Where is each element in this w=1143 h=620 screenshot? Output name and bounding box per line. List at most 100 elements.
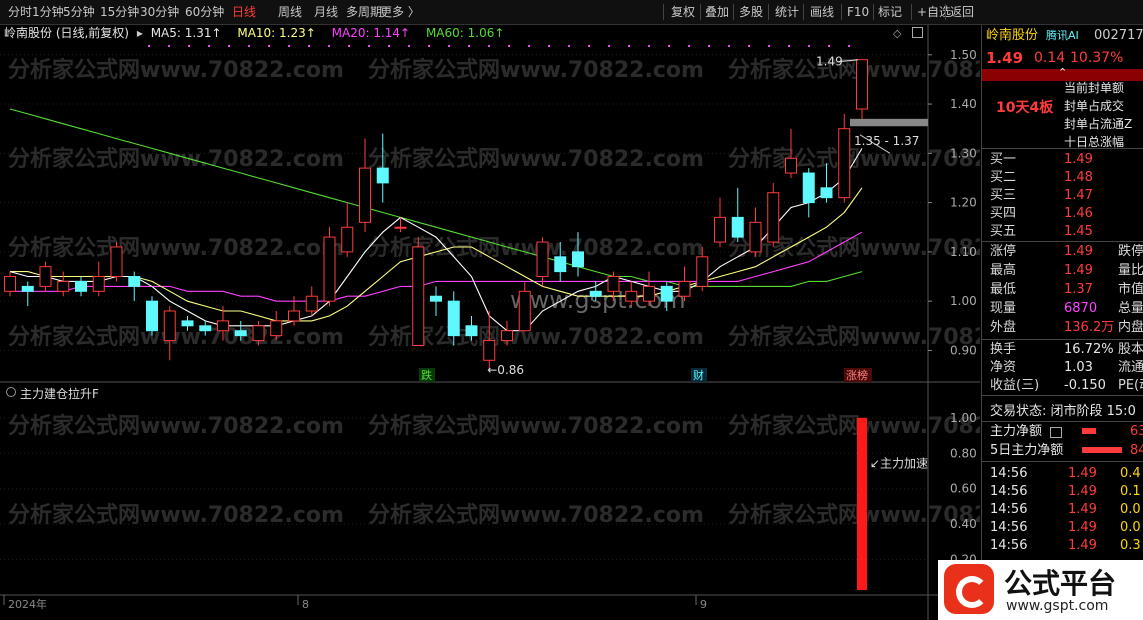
candle[interactable] (4, 271, 16, 297)
bid-label: 买二 (990, 170, 1017, 185)
candle[interactable] (341, 202, 354, 257)
action-button-4[interactable]: 画线 (810, 0, 834, 24)
candle[interactable] (110, 242, 123, 282)
candle-body (92, 276, 105, 292)
bid-row[interactable]: 买一 1.49 (982, 151, 1143, 169)
candle[interactable] (678, 266, 691, 302)
candle[interactable] (376, 133, 389, 203)
sub-tick-label: 0.40 (950, 517, 977, 531)
candle[interactable] (838, 113, 851, 203)
event-marker[interactable]: 跌 (421, 368, 432, 382)
candle[interactable] (483, 311, 496, 371)
candle-body (323, 236, 336, 302)
candle[interactable] (536, 237, 549, 287)
signal-dot (588, 45, 590, 47)
price-tick-label: 1.00 (950, 294, 977, 308)
event-marker[interactable]: 涨榜 (846, 368, 868, 382)
candle[interactable] (749, 207, 762, 257)
period-tab-0[interactable]: 分时 (8, 0, 32, 24)
toolbar-separator (768, 4, 769, 20)
ma10-label: MA10: 1.23↑ (237, 26, 316, 40)
candle[interactable] (643, 271, 655, 307)
price-tick-label: 1.40 (950, 97, 977, 111)
candle[interactable] (39, 261, 52, 292)
candle[interactable] (75, 276, 87, 297)
bid-row[interactable]: 买四 1.46 (982, 205, 1143, 223)
bid-row[interactable]: 买三 1.47 (982, 187, 1143, 205)
diamond-icon[interactable]: ◇ (893, 27, 901, 40)
candle[interactable] (714, 197, 726, 247)
candle-body (75, 280, 87, 292)
signal-dot (748, 45, 750, 47)
candle[interactable] (21, 281, 34, 307)
candle-body (146, 300, 158, 332)
candle[interactable] (430, 286, 442, 316)
quote-panel: 岭南股份 腾讯AI 002717 1.49 0.14 10.37% ⌃ 10天4… (981, 25, 1143, 620)
period-tab-9[interactable]: 多周期 (346, 0, 382, 24)
action-button-3[interactable]: 统计 (775, 0, 799, 24)
chart-area[interactable]: 分析家公式网www.70822.com 分析家公式网www.70822.com 分析… (0, 25, 980, 620)
candle-body (714, 216, 726, 243)
tick-row: 14:56 1.49 0.0 (982, 501, 1143, 519)
signal-dot (708, 45, 710, 47)
candle-body (21, 285, 34, 292)
bid-row[interactable]: 买五 1.45 (982, 223, 1143, 241)
period-tab-8[interactable]: 月线 (314, 0, 338, 24)
period-tab-6[interactable]: 日线 (232, 0, 256, 24)
toolbar-separator (873, 4, 874, 20)
tick-time: 14:56 (990, 484, 1028, 499)
period-tab-7[interactable]: 周线 (278, 0, 302, 24)
sub-signal-bar (857, 417, 867, 590)
chevron-up-icon[interactable]: ⌃ (1058, 66, 1067, 79)
action-button-8[interactable]: 返回 (950, 0, 974, 24)
candle[interactable] (412, 237, 425, 347)
signal-dot (168, 45, 170, 47)
bid-price: 1.49 (1064, 152, 1093, 167)
candle[interactable] (270, 311, 283, 341)
candle[interactable] (305, 286, 318, 316)
action-button-5[interactable]: F10 (847, 0, 869, 24)
signal-dot (408, 45, 410, 47)
kline-chart[interactable]: 分析家公式网www.70822.com 分析家公式网www.70822.com 分析… (0, 25, 980, 620)
stat-row: 现量 6870 总量 (982, 300, 1143, 318)
stat-row: 外盘 136.2万 内盘 (982, 319, 1143, 337)
candle[interactable] (146, 296, 158, 336)
candle-body (749, 221, 762, 253)
action-button-6[interactable]: 标记 (878, 0, 902, 24)
source-label[interactable]: 腾讯AI (1046, 25, 1079, 47)
signal-dot (148, 45, 150, 47)
action-button-1[interactable]: 叠加 (705, 0, 729, 24)
candle[interactable] (92, 261, 105, 297)
period-tab-1[interactable]: 1分钟 (32, 0, 64, 24)
period-tab-2[interactable]: 5分钟 (63, 0, 95, 24)
candle[interactable] (323, 227, 336, 307)
candle-body (643, 285, 655, 302)
candle[interactable] (128, 271, 141, 302)
candle[interactable] (163, 306, 176, 361)
candle-body (252, 325, 265, 342)
signal-dot (828, 45, 830, 47)
fund-value: 1.03 (1064, 360, 1093, 375)
candle-body (785, 157, 797, 174)
action-button-0[interactable]: 复权 (671, 0, 695, 24)
watermark-text: 分析家公式网www.70822.com (728, 146, 980, 172)
period-tab-3[interactable]: 15分钟 (100, 0, 139, 24)
doc-icon[interactable] (1050, 427, 1062, 438)
price-tick-label: 1.30 (950, 146, 977, 160)
candle[interactable] (802, 168, 815, 218)
candle[interactable] (731, 187, 744, 243)
bid-row[interactable]: 买二 1.48 (982, 169, 1143, 187)
stat-row: 最高 1.49 量比 (982, 262, 1143, 280)
tick-price: 1.49 (1068, 520, 1097, 535)
period-tab-4[interactable]: 30分钟 (140, 0, 179, 24)
action-button-2[interactable]: 多股 (739, 0, 763, 24)
candle[interactable] (57, 271, 70, 297)
maximize-icon[interactable] (912, 27, 923, 38)
candle[interactable] (767, 182, 780, 247)
period-tab-10[interactable]: 更多 〉 (380, 0, 420, 24)
candle[interactable] (856, 59, 868, 119)
period-tab-5[interactable]: 60分钟 (185, 0, 224, 24)
event-marker[interactable]: 财 (693, 368, 704, 382)
settings-icon[interactable] (6, 387, 16, 397)
sub-tick-label: 1.00 (950, 411, 977, 425)
